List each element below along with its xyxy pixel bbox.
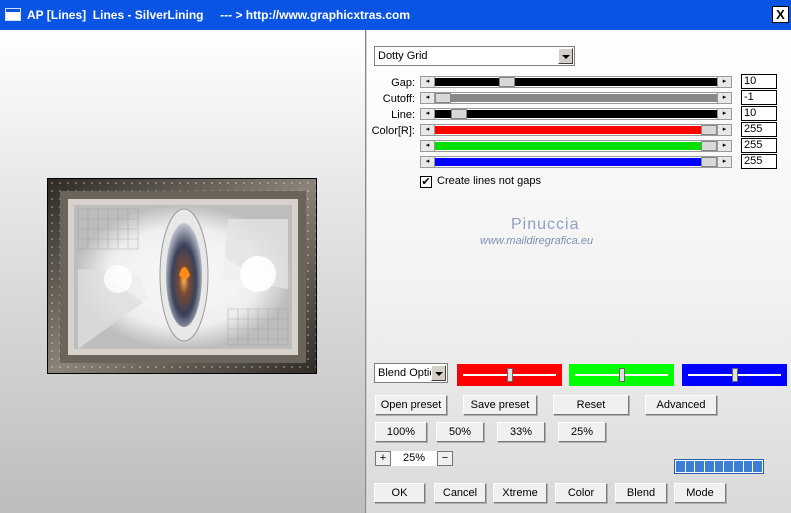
- watermark-url: www.maildiregrafica.eu: [480, 235, 594, 247]
- slider-thumb[interactable]: [701, 141, 717, 151]
- slider-left-arrow-icon[interactable]: ◂: [421, 93, 435, 103]
- progress-segment: [685, 461, 695, 472]
- slider-right-arrow-icon[interactable]: ▸: [717, 125, 731, 135]
- slider-value-field[interactable]: 10: [741, 106, 777, 121]
- zoom-100-button[interactable]: 100%: [375, 422, 427, 442]
- controls-panel: Dotty Grid Gap: ◂ ▸ 10 Cutoff: ◂ ▸ -1 Line: ◂ ▸ 10 C…: [367, 30, 791, 513]
- slider-right-arrow-icon[interactable]: ▸: [717, 77, 731, 87]
- preset-select-value: Dotty Grid: [378, 50, 428, 62]
- slider-value-field[interactable]: -1: [741, 90, 777, 105]
- slider-track[interactable]: [435, 109, 717, 119]
- ok-button[interactable]: OK: [374, 483, 425, 503]
- blend-slider-thumb[interactable]: [507, 368, 513, 382]
- slider-value-field[interactable]: 255: [741, 154, 777, 169]
- progress-segment: [734, 461, 743, 472]
- blend-options-select[interactable]: Blend Optio: [374, 363, 448, 383]
- preview-panel: [0, 30, 366, 513]
- progress-segment: [724, 461, 734, 472]
- chevron-down-icon[interactable]: [431, 365, 446, 381]
- color-button[interactable]: Color: [555, 483, 607, 503]
- slider-track[interactable]: [435, 93, 717, 103]
- blend-slider-thumb[interactable]: [732, 368, 738, 382]
- preset-select[interactable]: Dotty Grid: [374, 46, 575, 66]
- progress-segment: [676, 461, 685, 472]
- zoom-out-button[interactable]: −: [437, 451, 453, 466]
- watermark-name: Pinuccia: [511, 216, 580, 233]
- app-window-icon[interactable]: [5, 8, 21, 21]
- slider-left-arrow-icon[interactable]: ◂: [421, 77, 435, 87]
- window-title: AP [Lines] Lines - SilverLining --- > ht…: [27, 8, 411, 22]
- slider-track[interactable]: [435, 125, 717, 135]
- progress-segment: [714, 461, 724, 472]
- title-bar[interactable]: AP [Lines] Lines - SilverLining --- > ht…: [0, 0, 791, 30]
- slider-value-field[interactable]: 10: [741, 74, 777, 89]
- slider-thumb[interactable]: [499, 77, 515, 87]
- slider-label: Cutoff:: [382, 93, 415, 105]
- slider-0[interactable]: ◂ ▸: [420, 76, 732, 88]
- slider-thumb[interactable]: [701, 125, 717, 135]
- zoom-33-button[interactable]: 33%: [497, 422, 545, 442]
- progress-segment: [705, 461, 714, 472]
- slider-left-arrow-icon[interactable]: ◂: [421, 125, 435, 135]
- blue-blend-slider[interactable]: [682, 364, 787, 386]
- zoom-in-button[interactable]: +: [375, 451, 391, 466]
- slider-2[interactable]: ◂ ▸: [420, 108, 732, 120]
- slider-label: Gap:: [391, 77, 415, 89]
- progress-bar: [674, 459, 764, 474]
- slider-right-arrow-icon[interactable]: ▸: [717, 141, 731, 151]
- preview-image[interactable]: [47, 178, 317, 374]
- advanced-button[interactable]: Advanced: [645, 395, 717, 415]
- slider-right-arrow-icon[interactable]: ▸: [717, 109, 731, 119]
- zoom-25-button[interactable]: 25%: [558, 422, 606, 442]
- slider-left-arrow-icon[interactable]: ◂: [421, 141, 435, 151]
- save-preset-button[interactable]: Save preset: [463, 395, 537, 415]
- slider-thumb[interactable]: [435, 93, 451, 103]
- slider-right-arrow-icon[interactable]: ▸: [717, 157, 731, 167]
- slider-track[interactable]: [435, 77, 717, 87]
- green-blend-slider[interactable]: [569, 364, 674, 386]
- slider-thumb[interactable]: [701, 157, 717, 167]
- slider-5[interactable]: ◂ ▸: [420, 156, 732, 168]
- slider-value-field[interactable]: 255: [741, 122, 777, 137]
- mode-button[interactable]: Mode: [674, 483, 726, 503]
- slider-label: Line:: [391, 109, 415, 121]
- slider-4[interactable]: ◂ ▸: [420, 140, 732, 152]
- blend-options-value: Blend Optio: [378, 367, 436, 379]
- progress-segment: [753, 461, 763, 472]
- preview-artwork: [48, 179, 316, 373]
- slider-left-arrow-icon[interactable]: ◂: [421, 109, 435, 119]
- xtreme-button[interactable]: Xtreme: [493, 483, 547, 503]
- slider-track[interactable]: [435, 141, 717, 151]
- close-button[interactable]: X: [772, 6, 789, 23]
- blend-button[interactable]: Blend: [615, 483, 667, 503]
- blend-slider-thumb[interactable]: [619, 368, 625, 382]
- slider-thumb[interactable]: [451, 109, 467, 119]
- red-blend-slider[interactable]: [457, 364, 562, 386]
- slider-value-field[interactable]: 255: [741, 138, 777, 153]
- slider-label: Color[R]:: [371, 125, 415, 137]
- slider-left-arrow-icon[interactable]: ◂: [421, 157, 435, 167]
- progress-segment: [695, 461, 705, 472]
- slider-1[interactable]: ◂ ▸: [420, 92, 732, 104]
- progress-segment: [743, 461, 753, 472]
- reset-button[interactable]: Reset: [553, 395, 629, 415]
- slider-3[interactable]: ◂ ▸: [420, 124, 732, 136]
- zoom-50-button[interactable]: 50%: [436, 422, 484, 442]
- slider-right-arrow-icon[interactable]: ▸: [717, 93, 731, 103]
- slider-track[interactable]: [435, 157, 717, 167]
- cancel-button[interactable]: Cancel: [434, 483, 486, 503]
- create-lines-checkbox[interactable]: ✔: [420, 176, 432, 188]
- chevron-down-icon[interactable]: [558, 48, 573, 64]
- open-preset-button[interactable]: Open preset: [375, 395, 447, 415]
- create-lines-label: Create lines not gaps: [437, 175, 541, 187]
- zoom-value-field[interactable]: 25%: [391, 451, 437, 466]
